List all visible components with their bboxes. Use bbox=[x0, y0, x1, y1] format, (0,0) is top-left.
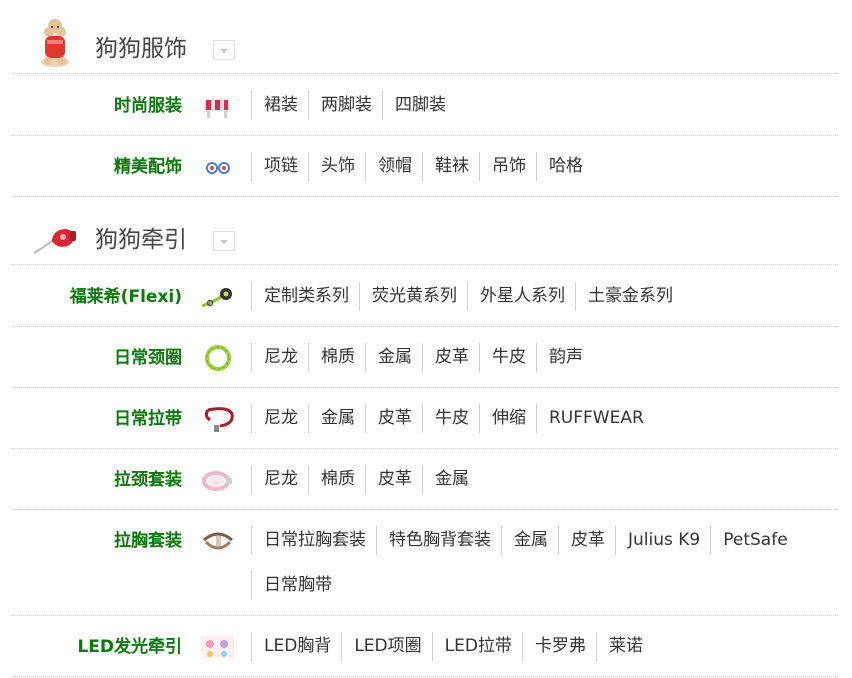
subcategory-link[interactable]: 头饰 bbox=[308, 152, 365, 181]
subcategory-link[interactable]: 棉质 bbox=[308, 465, 365, 494]
subcategory-link[interactable]: 日常拉胸套装 bbox=[251, 526, 376, 555]
subcategory-links: 裙装 两脚装 四脚装 bbox=[251, 91, 836, 120]
subcategory-link[interactable]: 金属 bbox=[422, 465, 479, 494]
subcategory-link[interactable]: PetSafe bbox=[710, 526, 797, 555]
category-row: 拉胸套装 日常拉胸套装 特色胸背套装 金属 皮革 Julius K9 PetSa… bbox=[12, 510, 838, 616]
subcategory-link[interactable]: 项链 bbox=[251, 152, 308, 181]
subcategory-link[interactable]: 尼龙 bbox=[251, 343, 308, 372]
category-label[interactable]: 日常颈圈 bbox=[114, 346, 182, 370]
subcategory-links: 尼龙 金属 皮革 牛皮 伸缩 RUFFWEAR bbox=[251, 404, 836, 433]
category-row: 福莱希(Flexi) 定制类系列 荧光黄系列 外星人系列 土豪金系列 bbox=[12, 266, 838, 327]
subcategory-link[interactable]: 皮革 bbox=[422, 343, 479, 372]
subcategory-link[interactable]: 荧光黄系列 bbox=[359, 282, 467, 311]
subcategory-link[interactable]: 领帽 bbox=[365, 152, 422, 181]
subcategory-link[interactable]: 尼龙 bbox=[251, 404, 308, 433]
subcategory-link[interactable]: 棉质 bbox=[308, 343, 365, 372]
subcategory-link[interactable]: 伸缩 bbox=[479, 404, 536, 433]
chevron-down-icon[interactable] bbox=[213, 231, 235, 251]
category-row: 拉颈套装 尼龙 棉质 皮革 金属 bbox=[12, 449, 838, 510]
collar-set-icon[interactable] bbox=[198, 465, 238, 495]
retractable-leash-icon bbox=[30, 207, 80, 261]
subcategory-link[interactable]: 金属 bbox=[308, 404, 365, 433]
subcategory-links: LED胸背 LED项圈 LED拉带 卡罗弗 莱诺 bbox=[251, 632, 836, 661]
dog-sweater-icon[interactable] bbox=[198, 91, 238, 121]
category-label[interactable]: 福莱希(Flexi) bbox=[70, 285, 182, 309]
subcategory-links: 项链 头饰 领帽 鞋袜 吊饰 哈格 bbox=[251, 152, 836, 181]
subcategory-link[interactable]: 鞋袜 bbox=[422, 152, 479, 181]
subcategory-link[interactable]: 土豪金系列 bbox=[575, 282, 683, 311]
category-row: 精美配饰 项链 头饰 领帽 鞋袜 吊饰 哈格 bbox=[12, 136, 838, 197]
subcategory-link[interactable]: 皮革 bbox=[365, 404, 422, 433]
section-header-clothing: 狗狗服饰 bbox=[12, 10, 838, 74]
subcategory-link[interactable]: 金属 bbox=[501, 526, 558, 555]
subcategory-link[interactable]: 吊饰 bbox=[479, 152, 536, 181]
category-row: LED发光牵引 LED胸背 LED项圈 LED拉带 卡罗弗 莱诺 bbox=[12, 616, 838, 677]
subcategory-link[interactable]: 日常胸带 bbox=[251, 571, 342, 600]
subcategory-link[interactable]: 四脚装 bbox=[382, 91, 456, 120]
category-label[interactable]: 拉颈套装 bbox=[114, 468, 182, 492]
subcategory-link[interactable]: LED项圈 bbox=[341, 632, 431, 661]
subcategory-link[interactable]: 皮革 bbox=[558, 526, 615, 555]
subcategory-links: 日常拉胸套装 特色胸背套装 金属 皮革 Julius K9 PetSafe 日常… bbox=[251, 526, 836, 600]
subcategory-link[interactable]: RUFFWEAR bbox=[536, 404, 654, 433]
subcategory-link[interactable]: 特色胸背套装 bbox=[376, 526, 501, 555]
subcategory-link[interactable]: 哈格 bbox=[536, 152, 593, 181]
subcategory-link[interactable]: 莱诺 bbox=[595, 632, 653, 661]
subcategory-link[interactable]: 外星人系列 bbox=[467, 282, 575, 311]
poodle-icon bbox=[30, 16, 80, 70]
flexi-leash-icon[interactable] bbox=[198, 282, 238, 312]
subcategory-link[interactable]: 牛皮 bbox=[422, 404, 479, 433]
section-title: 狗狗牵引 bbox=[95, 227, 187, 253]
subcategory-link[interactable]: 皮革 bbox=[365, 465, 422, 494]
section-title: 狗狗服饰 bbox=[95, 36, 187, 62]
subcategory-links: 尼龙 棉质 皮革 金属 bbox=[251, 465, 836, 494]
subcategory-link[interactable]: LED胸背 bbox=[251, 632, 341, 661]
subcategory-link[interactable]: 尼龙 bbox=[251, 465, 308, 494]
category-label[interactable]: 精美配饰 bbox=[114, 155, 182, 179]
led-leash-icon[interactable] bbox=[198, 632, 238, 662]
collar-icon[interactable] bbox=[198, 343, 238, 373]
subcategory-link[interactable]: 定制类系列 bbox=[251, 282, 359, 311]
category-label[interactable]: 拉胸套装 bbox=[114, 529, 182, 553]
category-label[interactable]: 日常拉带 bbox=[114, 407, 182, 431]
subcategory-link[interactable]: 韵声 bbox=[536, 343, 593, 372]
subcategory-links: 尼龙 棉质 金属 皮革 牛皮 韵声 bbox=[251, 343, 836, 372]
subcategory-link[interactable]: 金属 bbox=[365, 343, 422, 372]
subcategory-link[interactable]: LED拉带 bbox=[431, 632, 522, 661]
subcategory-link[interactable]: 卡罗弗 bbox=[521, 632, 596, 661]
subcategory-link[interactable]: 牛皮 bbox=[479, 343, 536, 372]
leash-icon[interactable] bbox=[198, 404, 238, 434]
chevron-down-icon[interactable] bbox=[213, 40, 235, 60]
subcategory-link[interactable]: 两脚装 bbox=[308, 91, 382, 120]
category-row: 时尚服装 裙装 两脚装 四脚装 bbox=[12, 75, 838, 136]
subcategory-links: 定制类系列 荧光黄系列 外星人系列 土豪金系列 bbox=[251, 282, 836, 311]
category-row: 日常拉带 尼龙 金属 皮革 牛皮 伸缩 RUFFWEAR bbox=[12, 388, 838, 449]
category-row: 日常颈圈 尼龙 棉质 金属 皮革 牛皮 韵声 bbox=[12, 327, 838, 388]
subcategory-link[interactable]: Julius K9 bbox=[615, 526, 710, 555]
accessory-icon[interactable] bbox=[198, 152, 238, 182]
category-label[interactable]: 时尚服装 bbox=[114, 94, 182, 118]
harness-icon[interactable] bbox=[198, 526, 238, 556]
subcategory-link[interactable]: 裙装 bbox=[251, 91, 308, 120]
category-label[interactable]: LED发光牵引 bbox=[77, 635, 182, 659]
section-header-leash: 狗狗牵引 bbox=[12, 201, 838, 265]
